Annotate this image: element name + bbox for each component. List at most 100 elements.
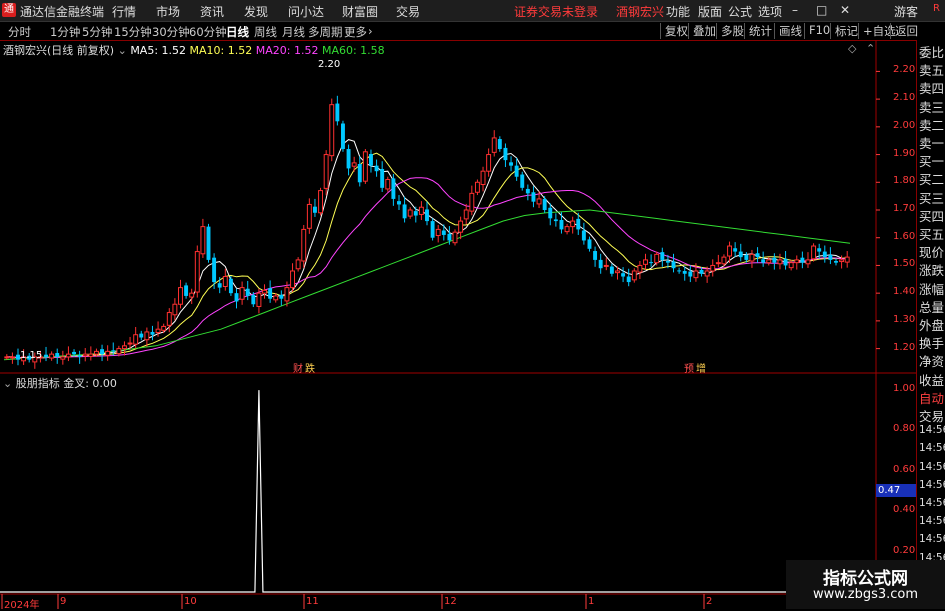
side-panel-item[interactable]: 14:56 [919, 515, 945, 527]
period-multi[interactable]: 多周期 [308, 24, 343, 40]
candle-up [93, 350, 99, 355]
side-panel-item[interactable]: 14:56 [919, 497, 945, 509]
side-panel-item[interactable]: 卖五 [919, 60, 944, 79]
side-panel-item[interactable]: 14:56 [919, 442, 945, 454]
side-panel-item[interactable]: 总量 [919, 297, 944, 316]
watermark-title: 指标公式网 [823, 569, 908, 589]
candle-up [82, 353, 88, 357]
period-weekly[interactable]: 周线 [254, 24, 277, 40]
kline-chart[interactable] [0, 40, 916, 609]
candle-up [306, 203, 312, 229]
menu-news[interactable]: 资讯 [200, 3, 224, 20]
event-forecast[interactable]: 预 [684, 360, 694, 375]
candle-up [643, 259, 648, 265]
menu-function[interactable]: 功能 [666, 3, 690, 20]
chevron-right-icon[interactable]: › [368, 24, 373, 38]
candle-up [458, 220, 464, 233]
candle-up [811, 245, 817, 260]
menu-trade[interactable]: 交易 [396, 3, 420, 20]
time-tick-label: 9 [60, 596, 67, 607]
maximize-icon[interactable]: □ [816, 3, 827, 17]
event-increase[interactable]: 增 [696, 360, 706, 375]
adjust-button[interactable]: 复权 [660, 23, 688, 39]
candle-up [65, 353, 71, 358]
login-notice[interactable]: 证券交易未登录 [514, 3, 598, 20]
f10-button[interactable]: F10 [804, 23, 830, 39]
side-panel-item[interactable]: 自动 [919, 388, 944, 407]
period-30min[interactable]: 30分钟 [152, 24, 190, 40]
side-panel-item[interactable]: 收益 [919, 370, 944, 389]
side-panel-item[interactable]: 现价 [919, 242, 944, 261]
side-panel-item[interactable]: 卖四 [919, 78, 944, 97]
side-panel-item[interactable]: 买三 [919, 188, 944, 207]
candle-down [340, 123, 345, 150]
event-financial[interactable]: 财 [293, 360, 303, 375]
menu-ask[interactable]: 问小达 [288, 3, 324, 20]
menu-quotes[interactable]: 行情 [112, 3, 136, 20]
menu-wealth[interactable]: 财富圈 [342, 3, 378, 20]
candle-down [245, 288, 250, 296]
period-60min[interactable]: 60分钟 [189, 24, 227, 40]
side-panel-item[interactable]: 委比 [919, 42, 944, 61]
candle-up [794, 259, 800, 264]
side-panel-item[interactable]: 买二 [919, 169, 944, 188]
period-monthly[interactable]: 月线 [282, 24, 305, 40]
menu-options[interactable]: 选项 [758, 3, 782, 20]
candle-down [217, 283, 222, 288]
side-panel-item[interactable]: 涨跌 [919, 260, 944, 279]
candle-down [346, 149, 351, 169]
price-tick-label: 2.20 [893, 64, 916, 76]
candle-up [452, 231, 458, 244]
time-tick-label: 1 [588, 596, 595, 607]
side-panel-item[interactable]: 买四 [919, 206, 944, 225]
overlay-button[interactable]: 叠加 [688, 23, 716, 39]
candle-up [323, 154, 329, 189]
candle-down [688, 271, 693, 277]
event-drop[interactable]: 跌 [305, 360, 315, 375]
draw-line-button[interactable]: 画线 [774, 23, 802, 39]
side-panel-item[interactable]: 14:56 [919, 461, 945, 473]
candle-up [121, 345, 127, 350]
side-panel-item[interactable]: 14:56 [919, 479, 945, 491]
side-panel-item[interactable]: 外盘 [919, 315, 944, 334]
candle-down [234, 293, 239, 302]
period-1min[interactable]: 1分钟 [50, 24, 80, 40]
side-panel-item[interactable]: 换手 [919, 333, 944, 352]
side-panel-item[interactable]: 卖三 [919, 97, 944, 116]
side-panel-item[interactable]: 14:56 [919, 533, 945, 545]
ma-lines [3, 139, 851, 361]
guest-label[interactable]: 游客 [894, 3, 918, 20]
side-panel-item[interactable]: 涨幅 [919, 279, 944, 298]
ma60-line [3, 209, 851, 361]
side-panel-item[interactable]: 卖一 [919, 133, 944, 152]
menu-discover[interactable]: 发现 [244, 3, 268, 20]
minimize-icon[interactable]: – [792, 3, 798, 17]
side-panel-item[interactable]: 买一 [919, 151, 944, 170]
menu-market[interactable]: 市场 [156, 3, 180, 20]
side-panel-item[interactable]: 14:56 [919, 424, 945, 436]
period-15min[interactable]: 15分钟 [114, 24, 152, 40]
side-panel-item[interactable]: 净资 [919, 351, 944, 370]
period-minute[interactable]: 分时 [8, 24, 31, 40]
candle-up [777, 259, 783, 265]
period-more[interactable]: 更多 [344, 24, 367, 40]
candle-up [194, 251, 200, 293]
side-panel-item[interactable]: 交易 [919, 406, 944, 425]
period-daily[interactable]: 日线 [226, 24, 249, 40]
candle-down [665, 261, 670, 263]
side-panel-item[interactable]: 卖二 [919, 115, 944, 134]
mark-button[interactable]: 标记 [830, 23, 858, 39]
candle-down [206, 226, 211, 260]
lower-indicator [0, 390, 876, 593]
price-tick-label: 1.30 [893, 313, 916, 325]
menu-layout[interactable]: 版面 [698, 3, 722, 20]
side-panel-item[interactable]: 买五 [919, 224, 944, 243]
menu-formula[interactable]: 公式 [728, 3, 752, 20]
multi-stock-button[interactable]: 多股 [716, 23, 744, 39]
back-button[interactable]: 返回 [890, 23, 918, 39]
lower-indicator-title: ⌄ 股朋指标 金叉: 0.00 [3, 375, 117, 391]
period-5min[interactable]: 5分钟 [82, 24, 112, 40]
stats-button[interactable]: 统计 [744, 23, 772, 39]
indicator-dropdown-icon[interactable]: ⌄ [3, 377, 12, 390]
close-icon[interactable]: ✕ [840, 3, 850, 17]
